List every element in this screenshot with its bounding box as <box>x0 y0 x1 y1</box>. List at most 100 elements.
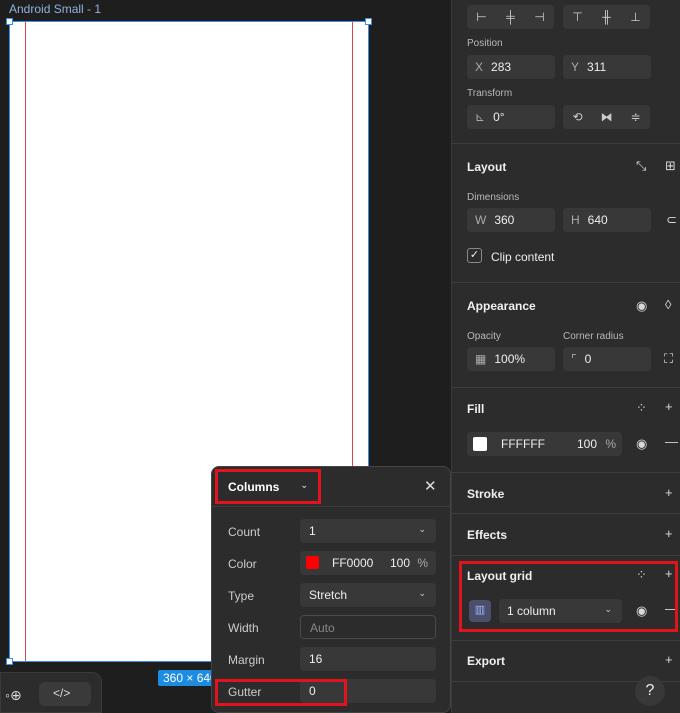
fill-field[interactable]: FFFFFF 100 % <box>467 432 622 456</box>
blend-mode-icon[interactable]: ◊ <box>665 297 671 312</box>
opacity-icon: ▦ <box>475 352 487 366</box>
layout-grid-dropdown[interactable]: 1 column ⌄ <box>499 599 622 623</box>
fill-swatch[interactable] <box>473 437 487 451</box>
styles-icon[interactable]: ⁘ <box>636 400 647 416</box>
constrain-proportions-icon[interactable]: ⊂ <box>666 212 677 228</box>
eye-icon[interactable]: ◉ <box>636 298 647 314</box>
rotation-value: 0° <box>493 110 505 124</box>
layout-grid-popover: Columns ⌄ ✕ Count 1 ⌄ Color FF0000 100 %… <box>211 466 451 713</box>
frame-title[interactable]: Android Small - 1 <box>9 2 101 16</box>
count-label: Count <box>228 525 261 539</box>
eye-icon[interactable]: ◉ <box>636 603 647 619</box>
properties-panel: ⊢ ╪ ⊣ ⊤ ╫ ⊥ Position X 283 Y 311 Transform… <box>451 0 680 713</box>
type-dropdown[interactable]: Stretch ⌄ <box>300 583 436 607</box>
add-effect-icon[interactable]: + <box>665 526 673 541</box>
corner-radius-input[interactable]: ⌜ 0 <box>563 347 651 371</box>
flip-vertical-icon[interactable]: ≑ <box>621 105 650 129</box>
height-input[interactable]: H 640 <box>563 208 651 232</box>
w-value: 360 <box>494 213 515 227</box>
divider <box>452 387 680 388</box>
help-button[interactable]: ? <box>635 676 665 706</box>
auto-layout-icon[interactable]: ⊞ <box>665 158 676 174</box>
x-label: X <box>475 60 484 74</box>
fill-hex: FFFFFF <box>501 437 545 451</box>
align-center-h-icon[interactable]: ╪ <box>496 5 525 29</box>
divider <box>452 143 680 144</box>
collapse-icon[interactable]: ⤡ <box>636 158 646 174</box>
width-placeholder: Auto <box>310 621 335 635</box>
width-label: Width <box>228 621 259 635</box>
layout-grid-value: 1 column <box>507 604 556 618</box>
gutter-input[interactable]: 0 <box>300 679 436 703</box>
corner-radius-icon: ⌜ <box>571 352 577 366</box>
dev-mode-toggle[interactable]: </> <box>39 682 91 706</box>
grid-type-dropdown[interactable]: Columns ⌄ <box>220 475 318 499</box>
transform-label: Transform <box>467 88 513 99</box>
width-input[interactable]: W 360 <box>467 208 555 232</box>
clip-content-checkbox[interactable]: ✓ <box>467 248 482 263</box>
percent-unit: % <box>417 556 428 570</box>
grid-margin-left-line <box>25 22 26 661</box>
add-grid-icon[interactable]: + <box>665 566 673 581</box>
chevron-down-icon: ⌄ <box>300 480 308 490</box>
appearance-title: Appearance <box>467 299 536 313</box>
styles-icon[interactable]: ⁘ <box>636 567 647 583</box>
gutter-value: 0 <box>309 684 316 698</box>
rotate-icon[interactable]: ⟲ <box>563 105 592 129</box>
chevron-down-icon: ⌄ <box>418 524 426 534</box>
grid-opacity-value[interactable]: 100 <box>390 556 410 570</box>
corner-value: 0 <box>584 352 592 366</box>
align-bottom-icon[interactable]: ⊥ <box>621 5 650 29</box>
close-icon[interactable]: ✕ <box>424 477 437 495</box>
layout-title: Layout <box>467 160 507 174</box>
resize-handle-top-right[interactable] <box>365 18 372 25</box>
flip-horizontal-icon[interactable]: ⧓ <box>592 105 621 129</box>
align-center-v-icon[interactable]: ╫ <box>592 5 621 29</box>
margin-input[interactable]: 16 <box>300 647 436 671</box>
dimensions-label: Dimensions <box>467 192 520 203</box>
bottom-toolbar: ◦⊕ </> <box>0 672 102 713</box>
align-right-icon[interactable]: ⊣ <box>525 5 554 29</box>
color-swatch[interactable] <box>306 556 319 569</box>
align-top-icon[interactable]: ⊤ <box>563 5 592 29</box>
margin-label: Margin <box>228 653 265 667</box>
type-label: Type <box>228 589 255 603</box>
resize-handle-top-left[interactable] <box>6 18 13 25</box>
grid-color-field[interactable]: FF0000 100 % <box>300 551 436 575</box>
independent-corners-icon[interactable]: ⛶ <box>664 351 673 367</box>
effects-title: Effects <box>467 528 508 542</box>
grid-color-hex: FF0000 <box>332 556 374 570</box>
opacity-value: 100% <box>494 352 526 366</box>
eye-icon[interactable]: ◉ <box>636 436 647 452</box>
width-input[interactable]: Auto <box>300 615 436 639</box>
clip-content-label: Clip content <box>491 250 555 264</box>
add-stroke-icon[interactable]: + <box>665 485 673 500</box>
y-input[interactable]: Y 311 <box>563 55 651 79</box>
add-export-icon[interactable]: + <box>665 652 673 667</box>
add-fill-icon[interactable]: + <box>665 399 673 414</box>
count-dropdown[interactable]: 1 ⌄ <box>300 519 436 543</box>
align-left-icon[interactable]: ⊢ <box>467 5 496 29</box>
grid-settings-icon[interactable]: ▥ <box>469 600 491 622</box>
stroke-title: Stroke <box>467 487 505 501</box>
y-value: 311 <box>587 60 607 74</box>
shapes-icon[interactable]: ◦⊕ <box>5 687 22 704</box>
remove-fill-icon[interactable]: — <box>665 434 678 449</box>
margin-value: 16 <box>309 652 323 666</box>
rotation-input[interactable]: ⊾ 0° <box>467 105 555 129</box>
color-label: Color <box>228 557 257 571</box>
x-input[interactable]: X 283 <box>467 55 555 79</box>
w-label: W <box>475 213 487 227</box>
divider <box>452 282 680 283</box>
resize-handle-bottom-left[interactable] <box>6 658 13 665</box>
position-label: Position <box>467 38 503 49</box>
remove-grid-icon[interactable]: — <box>665 601 678 616</box>
export-title: Export <box>467 654 506 668</box>
fill-opacity-value[interactable]: 100 <box>577 437 597 451</box>
chevron-down-icon: ⌄ <box>604 604 612 614</box>
code-icon: </> <box>53 686 71 700</box>
x-value: 283 <box>491 60 512 74</box>
type-value: Stretch <box>309 588 348 602</box>
y-label: Y <box>571 60 580 74</box>
opacity-input[interactable]: ▦ 100% <box>467 347 555 371</box>
